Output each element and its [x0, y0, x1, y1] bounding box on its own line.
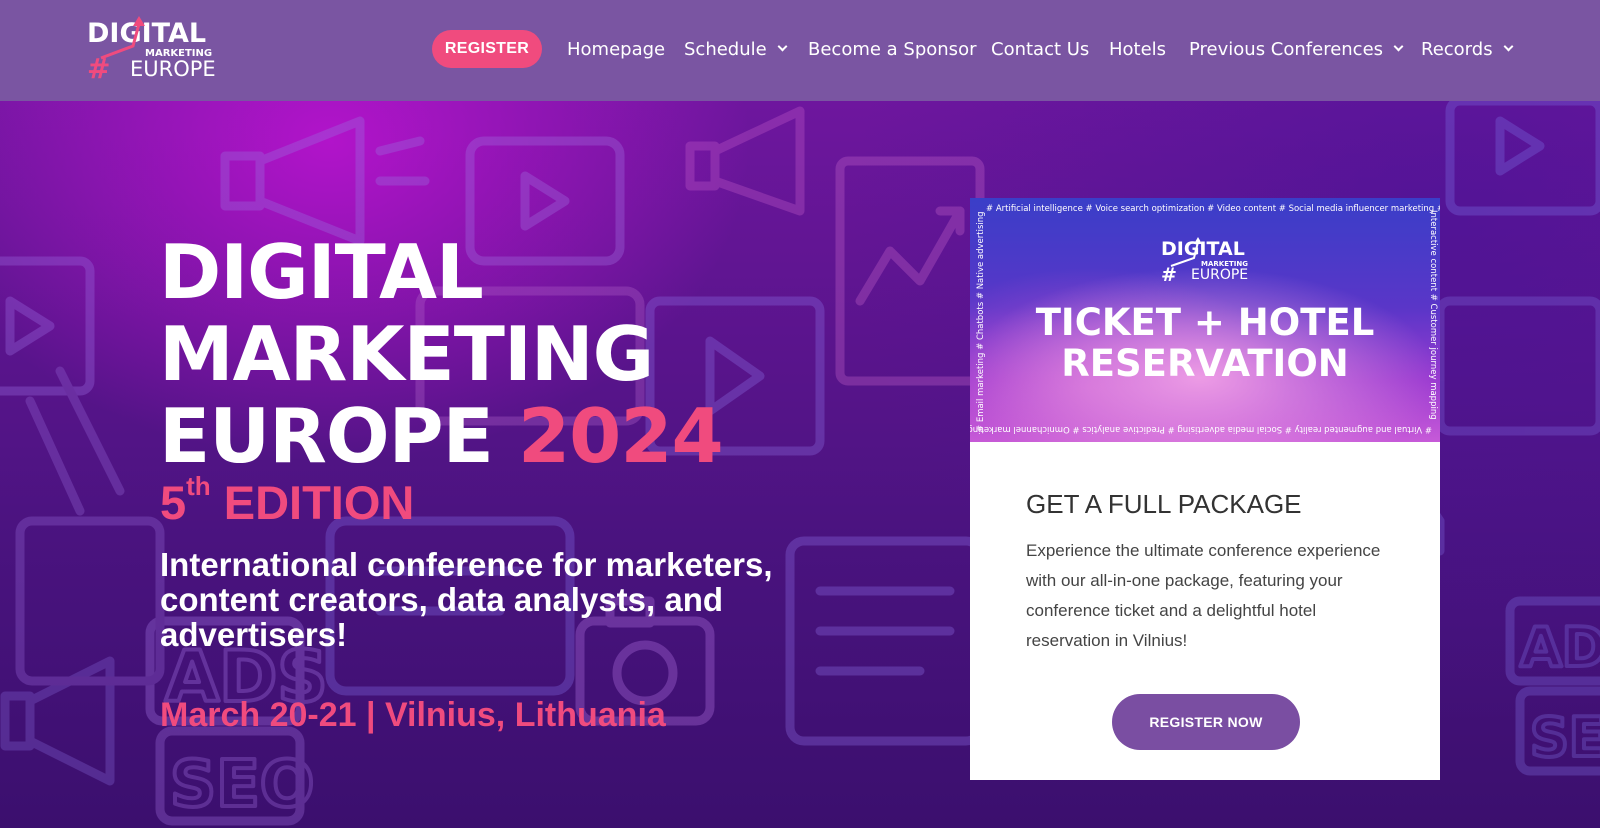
nav-label: Records — [1421, 38, 1493, 60]
nav-label: Contact Us — [991, 38, 1090, 60]
card-description: Experience the ultimate conference exper… — [1026, 541, 1381, 650]
logo-hash: # — [87, 52, 111, 85]
nav-label: Hotels — [1109, 38, 1167, 60]
play-icon — [1445, 101, 1600, 216]
megaphone-icon — [220, 116, 430, 246]
chevron-down-icon — [1393, 41, 1404, 52]
promo-tags-bottom: # Virtual and augmented reality # Social… — [970, 424, 1432, 434]
promo-title: TICKET + HOTEL RESERVATION — [970, 302, 1440, 384]
nav-homepage[interactable]: Homepage — [567, 36, 665, 62]
edition-label: 5th EDITION — [160, 471, 415, 530]
edition-number: 5 — [160, 476, 187, 529]
chevron-down-icon — [777, 41, 788, 52]
hero-section: ADS SEO SE AD DIGITAL MARKETING EUROPE 2… — [0, 101, 1600, 828]
megaphone-icon — [685, 106, 805, 216]
nav-previous-conferences[interactable]: Previous Conferences — [1189, 36, 1404, 62]
nav-label: Become a Sponsor — [808, 38, 977, 60]
title-line3-wrap: EUROPE 2024 — [159, 392, 724, 480]
hero-title: DIGITAL MARKETING EUROPE 2024 — [159, 228, 724, 480]
promo-card: # Artificial intelligence # Voice search… — [970, 198, 1440, 780]
promo-logo-line3: EUROPE — [1191, 267, 1249, 283]
ads-icon: AD — [1505, 596, 1600, 686]
promo-logo: DIGITAL MARKETING # EUROPE — [1161, 236, 1251, 286]
event-date-location: March 20-21 | Vilnius, Lithuania — [160, 696, 666, 734]
nav-schedule[interactable]: Schedule — [684, 36, 788, 62]
register-now-button[interactable]: REGISTER NOW — [1112, 694, 1300, 750]
title-line3: EUROPE — [159, 392, 494, 480]
promo-banner-image[interactable]: # Artificial intelligence # Voice search… — [970, 198, 1440, 442]
nav-become-a-sponsor[interactable]: Become a Sponsor — [808, 36, 976, 62]
nav-contact-us[interactable]: Contact Us — [991, 36, 1089, 62]
promo-tags-top: # Artificial intelligence # Voice search… — [986, 204, 1440, 214]
play-icon — [0, 256, 95, 396]
svg-text:SE: SE — [1530, 706, 1600, 769]
svg-text:SEO: SEO — [170, 748, 314, 822]
promo-logo-hash: # — [1161, 264, 1177, 286]
promo-title-line2: RESERVATION — [1061, 342, 1349, 385]
site-logo[interactable]: DIGITAL MARKETING # EUROPE — [87, 14, 216, 85]
edition-word: EDITION — [223, 476, 415, 529]
title-year: 2024 — [517, 392, 724, 480]
title-line2: MARKETING — [159, 310, 654, 398]
register-button[interactable]: REGISTER — [432, 30, 542, 68]
nav-label: Previous Conferences — [1189, 38, 1384, 60]
nav-hotels[interactable]: Hotels — [1109, 36, 1166, 62]
promo-title-line1: TICKET + HOTEL — [1035, 301, 1375, 344]
hero-subtitle: International conference for marketers, … — [160, 546, 773, 653]
seo-icon: SEO — [155, 726, 316, 826]
logo-line3: EUROPE — [130, 57, 216, 81]
title-line1: DIGITAL — [159, 228, 484, 316]
chevron-down-icon — [1503, 41, 1514, 52]
svg-text:AD: AD — [1520, 616, 1600, 679]
nav-label: Schedule — [684, 38, 767, 60]
edition-suffix: th — [186, 471, 211, 501]
chart-icon — [835, 156, 985, 386]
nav-records[interactable]: Records — [1421, 36, 1514, 62]
seo-icon: SE — [1515, 686, 1600, 776]
card-heading: GET A FULL PACKAGE — [1026, 489, 1302, 519]
nav-label: Homepage — [567, 38, 666, 60]
email-icon — [785, 536, 985, 746]
site-header: DIGITAL MARKETING # EUROPE REGISTER Home… — [0, 0, 1600, 101]
